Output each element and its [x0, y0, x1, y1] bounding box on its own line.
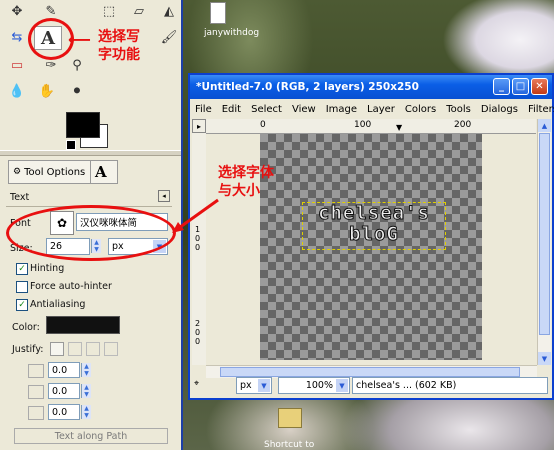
status-unit-select[interactable]: px ▼: [236, 377, 272, 394]
folder-icon: [278, 408, 302, 428]
document-icon: [210, 2, 226, 24]
paintbrush-tool-icon[interactable]: 🖌: [156, 26, 182, 48]
indent-icon: [28, 364, 44, 378]
justify-fill-icon[interactable]: [104, 342, 118, 356]
maximize-button[interactable]: □: [512, 78, 529, 95]
menu-file[interactable]: File: [190, 104, 217, 115]
menu-tools[interactable]: Tools: [441, 104, 476, 115]
close-button[interactable]: ✕: [531, 78, 548, 95]
justify-center-icon[interactable]: [86, 342, 100, 356]
dodge-tool-icon[interactable]: ⚫: [64, 80, 90, 102]
toolbox-separator: [0, 150, 181, 156]
chevron-down-icon: ▼: [336, 379, 348, 392]
status-unit-value: px: [240, 380, 252, 391]
status-message: chelsea's ... (602 KB): [352, 377, 548, 394]
menu-colors[interactable]: Colors: [400, 104, 441, 115]
justify-label: Justify:: [12, 344, 44, 355]
ruler-tick-label: 0: [260, 120, 266, 130]
ruler-tick-label: 0: [195, 337, 201, 346]
justify-left-icon[interactable]: [50, 342, 64, 356]
eraser-tool-icon[interactable]: ▭: [4, 54, 30, 76]
autohint-checkbox[interactable]: [16, 281, 28, 293]
toolbox-panel: ✥ ✎ ⬚ ▱ ◭ ⇆ A 🖌 ▭ ✑ ⚲ 💧 ✋ ⚫ ⟵ 选择写 字功能 ⚙ …: [0, 0, 183, 450]
ruler-tick-label: 2: [195, 319, 201, 328]
menubar: File Edit Select View Image Layer Colors…: [190, 101, 554, 117]
desktop-icon-file[interactable]: janywithdog: [200, 2, 259, 48]
menu-layer[interactable]: Layer: [362, 104, 400, 115]
flip-arrow-icon[interactable]: ⇆: [4, 26, 30, 48]
annotation-ellipse-font-size: [6, 205, 176, 261]
status-zoom-select[interactable]: 100% ▼: [278, 377, 350, 394]
annotation-arrow-left-icon: ⟵: [68, 30, 91, 49]
ruler-tick-label: 100: [354, 120, 372, 130]
indent-field[interactable]: 0.0: [48, 362, 80, 378]
transform-tool-icon[interactable]: ⬚: [96, 0, 122, 22]
autohint-label: Force auto-hinter: [30, 281, 112, 292]
letter-spacing-stepper[interactable]: ▲ ▼: [81, 405, 91, 419]
annotation-font-size: 选择字体 与大小: [218, 165, 274, 199]
hinting-label: Hinting: [30, 263, 65, 274]
ruler-corner-icon[interactable]: ▸: [192, 119, 206, 133]
desktop-icon-label: janywithdog: [204, 28, 260, 38]
minimize-button[interactable]: _: [493, 78, 510, 95]
tool-options-icon: ⚙: [13, 167, 22, 177]
text-layer[interactable]: chelsea's bloG: [302, 202, 446, 250]
tab-tool-options-label: Tool Options: [24, 166, 86, 178]
shear-tool-icon[interactable]: ▱: [126, 0, 152, 22]
menu-filters[interactable]: Filters: [523, 104, 554, 115]
menu-edit[interactable]: Edit: [217, 104, 246, 115]
letter-spacing-icon: [28, 406, 44, 420]
tab-tool-options[interactable]: ⚙ Tool Options: [8, 160, 98, 184]
move-tool-icon[interactable]: ✥: [4, 0, 30, 22]
ruler-tick-label: 200: [454, 120, 472, 130]
ruler-tick-label: 0: [195, 243, 201, 252]
scroll-down-icon[interactable]: ▼: [538, 352, 551, 365]
status-zoom-value: 100%: [305, 380, 333, 391]
line-spacing-icon: [28, 385, 44, 399]
image-canvas[interactable]: chelsea's bloG: [260, 134, 482, 360]
menu-image[interactable]: Image: [321, 104, 362, 115]
hinting-checkbox[interactable]: ✓: [16, 263, 28, 275]
antialias-label: Antialiasing: [30, 299, 86, 310]
indent-stepper[interactable]: ▲ ▼: [81, 363, 91, 377]
antialias-checkbox[interactable]: ✓: [16, 299, 28, 311]
scroll-thumb[interactable]: [539, 133, 550, 335]
text-color-swatch[interactable]: [46, 316, 120, 334]
annotation-arrow-icon: [170, 196, 224, 236]
navigate-icon[interactable]: ⌖: [194, 379, 206, 391]
justify-right-icon[interactable]: [68, 342, 82, 356]
tab-text-tool[interactable]: A: [90, 160, 118, 184]
annotation-text-tool: 选择写 字功能: [98, 29, 140, 63]
chevron-down-icon: ▼: [258, 379, 270, 392]
image-window: *Untitled-7.0 (RGB, 2 layers) 250x250 _ …: [188, 73, 554, 400]
menu-dialogs[interactable]: Dialogs: [476, 104, 523, 115]
horizontal-ruler[interactable]: 0 100 200 ▼: [206, 119, 536, 134]
panel-menu-button[interactable]: ◂: [158, 190, 170, 202]
desktop-icon-shortcut[interactable]: Shortcut to: [262, 406, 320, 450]
menu-select[interactable]: Select: [246, 104, 287, 115]
menu-view[interactable]: View: [287, 104, 321, 115]
vertical-ruler[interactable]: 1 0 0 2 0 0: [192, 133, 207, 365]
desktop-icon-label: Shortcut to: [264, 440, 315, 450]
scroll-up-icon[interactable]: ▲: [538, 119, 551, 132]
smudge-tool-icon[interactable]: ✋: [34, 80, 60, 102]
ruler-tick-label: 0: [195, 328, 201, 337]
status-message-text: chelsea's ... (602 KB): [356, 380, 457, 391]
line-spacing-stepper[interactable]: ▲ ▼: [81, 384, 91, 398]
foreground-color-swatch[interactable]: [66, 112, 100, 138]
text-along-path-button[interactable]: Text along Path: [14, 428, 168, 444]
window-title: *Untitled-7.0 (RGB, 2 layers) 250x250: [196, 81, 419, 93]
vertical-scrollbar[interactable]: ▲ ▼: [537, 119, 551, 365]
line-spacing-field[interactable]: 0.0: [48, 383, 80, 399]
color-label: Color:: [12, 322, 40, 333]
flip-tool-icon[interactable]: ◭: [156, 0, 182, 22]
letter-spacing-field[interactable]: 0.0: [48, 404, 80, 420]
section-title-text: Text: [10, 192, 30, 203]
ruler-pointer-icon: ▼: [396, 123, 403, 132]
scroll-thumb[interactable]: [220, 367, 520, 377]
reset-colors-icon[interactable]: [66, 140, 76, 150]
clone-tool-icon[interactable]: ⚲: [64, 54, 90, 76]
blur-tool-icon[interactable]: 💧: [4, 80, 30, 102]
